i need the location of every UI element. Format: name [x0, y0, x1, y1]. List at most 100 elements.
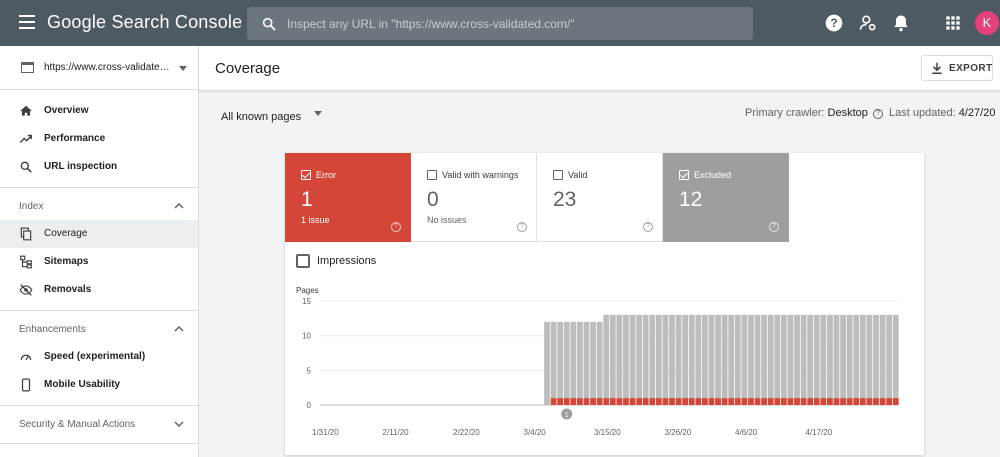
top-app-bar: Google Search Console ? K — [0, 0, 1000, 46]
chart-bar-error — [820, 398, 827, 405]
chart-bar-excluded — [550, 321, 557, 399]
section-label: Enhancements — [19, 324, 86, 335]
chart-bar-excluded — [748, 314, 754, 399]
help-icon[interactable]: ? — [872, 109, 883, 119]
chart-bar-error — [596, 398, 603, 405]
x-tick-label: 3/15/20 — [594, 428, 621, 437]
chart-bar-error — [840, 398, 846, 405]
manage-users-icon[interactable] — [858, 13, 878, 33]
coverage-card: Error 1 1 issue ? Valid with warnings 0 … — [285, 153, 924, 455]
divider — [0, 443, 198, 444]
chart-bar-error — [734, 398, 741, 405]
impressions-checkbox[interactable] — [296, 254, 310, 268]
export-button[interactable]: EXPORT — [921, 55, 993, 81]
sidebar-item-coverage[interactable]: Coverage — [0, 220, 198, 248]
sidebar-item-url-inspection[interactable]: URL inspection — [0, 153, 198, 181]
trending-up-icon — [19, 134, 32, 143]
pages-filter-dropdown[interactable]: All known pages — [221, 107, 322, 125]
chart-bar-error — [767, 398, 774, 405]
sidebar-item-removals[interactable]: Removals — [0, 276, 198, 304]
chart-bar-excluded — [794, 314, 800, 399]
help-icon[interactable]: ? — [391, 222, 401, 232]
chart-bar-error — [675, 398, 682, 405]
chart-bar-error — [623, 398, 629, 405]
y-tick-label: 10 — [302, 332, 311, 341]
chart-bar-error — [629, 398, 636, 405]
chart-bar-error — [655, 398, 662, 405]
chart-bar-error — [583, 398, 590, 405]
property-selector[interactable]: https://www.cross-validated.com/ — [0, 46, 198, 90]
chart-bar-excluded — [721, 314, 728, 399]
sidebar-item-performance[interactable]: Performance — [0, 125, 198, 153]
chart-bar-excluded — [642, 314, 649, 399]
help-icon[interactable]: ? — [643, 222, 653, 232]
chart-bar-error — [780, 398, 787, 405]
sidebar-item-label: Speed (experimental) — [44, 351, 146, 362]
apps-icon[interactable] — [943, 13, 963, 33]
chart-bar-error — [557, 398, 564, 405]
chart-bar-error — [787, 398, 794, 405]
chart-bar-error — [754, 398, 761, 405]
url-inspect-search[interactable] — [247, 7, 753, 40]
avatar[interactable]: K — [975, 11, 999, 35]
chart-bar-error — [695, 398, 702, 405]
section-index[interactable]: Index — [0, 192, 198, 220]
search-input[interactable] — [287, 7, 737, 40]
chart-bar-error — [866, 398, 873, 405]
x-tick-label: 2/11/20 — [383, 428, 410, 437]
sidebar-item-overview[interactable]: Overview — [0, 97, 198, 125]
chart-bar-error — [603, 398, 610, 405]
export-label: EXPORT — [949, 63, 993, 74]
notifications-icon[interactable] — [891, 13, 911, 33]
tile-value: 12 — [679, 188, 703, 211]
sidebar-item-label: Mobile Usability — [44, 379, 121, 390]
sitemap-icon — [20, 255, 32, 269]
help-icon[interactable]: ? — [824, 13, 844, 33]
tile-valid-with-warnings[interactable]: Valid with warnings 0 No issues ? — [411, 153, 537, 242]
checkbox-checked[interactable] — [301, 170, 311, 180]
chevron-up-icon — [174, 202, 184, 209]
sidebar-item-mobile-usability[interactable]: Mobile Usability — [0, 371, 198, 399]
chart-bar-error — [702, 398, 708, 405]
tile-label: Valid with warnings — [442, 170, 519, 180]
sidebar-item-sitemaps[interactable]: Sitemaps — [0, 248, 198, 276]
checkbox-checked[interactable] — [679, 170, 689, 180]
chart-bar-excluded — [734, 314, 741, 399]
chart-bar-error — [879, 398, 886, 405]
tile-error[interactable]: Error 1 1 issue ? — [285, 153, 411, 242]
y-axis-label: Pages — [296, 286, 319, 295]
chart-bar-excluded — [688, 314, 695, 399]
app-title: Google Search Console — [47, 12, 243, 32]
page-title: Coverage — [215, 60, 281, 77]
checkbox-unchecked[interactable] — [427, 170, 437, 180]
section-security[interactable]: Security & Manual Actions — [0, 410, 198, 438]
tile-valid[interactable]: Valid 23 ? — [537, 153, 663, 242]
x-tick-label: 4/17/20 — [806, 428, 833, 437]
help-icon[interactable]: ? — [769, 222, 779, 232]
chart-bar-error — [636, 398, 642, 405]
chart-bar-excluded — [570, 321, 577, 399]
tile-subtext: 1 issue — [301, 215, 330, 225]
chart-bar-error — [715, 398, 721, 405]
chart-bar-error — [728, 398, 735, 405]
sidebar-item-speed[interactable]: Speed (experimental) — [0, 343, 198, 371]
help-icon[interactable]: ? — [517, 222, 527, 232]
sidebar-item-label: Sitemaps — [44, 256, 89, 267]
visibility-off-icon — [19, 284, 33, 296]
chevron-down-icon — [174, 421, 184, 428]
section-enhancements[interactable]: Enhancements — [0, 315, 198, 343]
tile-excluded[interactable]: Excluded 12 ? — [663, 153, 789, 242]
chart-bar-excluded — [590, 321, 596, 399]
chart-bar-excluded — [609, 314, 616, 399]
sidebar-item-label: Removals — [44, 284, 92, 295]
menu-icon[interactable] — [19, 15, 35, 29]
chart-bar-excluded — [879, 314, 886, 399]
checkbox-unchecked[interactable] — [553, 170, 563, 180]
chart-bar-error — [853, 398, 860, 405]
caret-down-icon — [314, 111, 322, 116]
chevron-up-icon — [174, 325, 184, 332]
page-header: Coverage EXPORT — [199, 46, 1000, 91]
updated-label: Last updated: — [889, 107, 956, 119]
chart-bar-excluded — [833, 314, 840, 399]
chart-bar-excluded — [557, 321, 564, 399]
